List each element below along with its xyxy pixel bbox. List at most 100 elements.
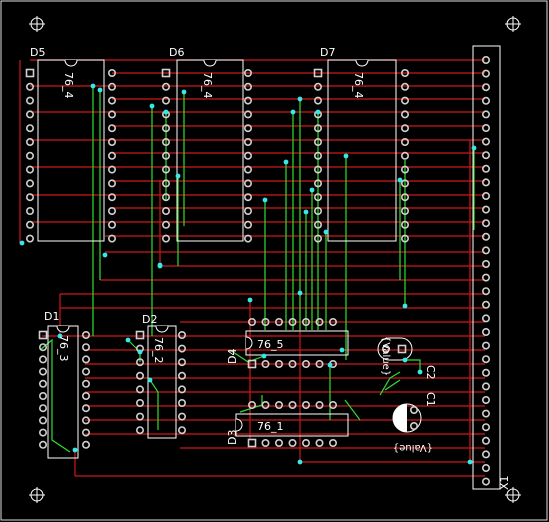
d6-pin [162, 82, 171, 91]
x1-pin [481, 314, 490, 323]
x1-pin [481, 232, 490, 241]
via [90, 83, 96, 89]
via [181, 89, 187, 95]
d5-pin [25, 234, 34, 243]
d3-pin [328, 438, 337, 447]
d5-pin [25, 82, 34, 91]
via [343, 153, 349, 159]
value-d1: 76_3 [57, 335, 70, 362]
via [149, 103, 155, 109]
via [309, 187, 315, 193]
x1-pin [481, 205, 490, 214]
d1-pin [82, 330, 91, 339]
x1-pin [481, 110, 490, 119]
via [297, 96, 303, 102]
value-c1: {Value} [393, 442, 433, 453]
x1-pin [481, 124, 490, 133]
mounting-hole-icon [505, 16, 521, 32]
ref-d6: D6 [169, 46, 184, 59]
d5-pin [108, 207, 117, 216]
d1-pin [38, 355, 47, 364]
d5-pin [25, 207, 34, 216]
x1-pin [481, 450, 490, 459]
x1-pin [481, 96, 490, 105]
d5-notch [64, 59, 78, 67]
d1-pin [82, 379, 91, 388]
via [339, 347, 345, 353]
x1-pin [481, 151, 490, 160]
mounting-hole-icon [29, 16, 45, 32]
d1-pin [38, 391, 47, 400]
d3-pin-1 [247, 438, 257, 448]
d7-notch [355, 59, 369, 67]
ref-d1: D1 [44, 310, 59, 323]
x1-pin [481, 423, 490, 432]
via [297, 290, 303, 296]
d1-notch [56, 325, 70, 333]
d1-pin [38, 428, 47, 437]
d1-pin [38, 404, 47, 413]
value-d2: 76_2 [152, 337, 165, 364]
d7-pin [400, 96, 409, 105]
d3-outline [235, 413, 349, 437]
d1-pin-1 [38, 330, 48, 340]
d1-pin [38, 416, 47, 425]
c1-pin [409, 421, 418, 430]
x1-pin [481, 395, 490, 404]
d2-pin [136, 398, 145, 407]
via [471, 145, 477, 151]
d3-pin [274, 438, 283, 447]
x1-pin [481, 246, 490, 255]
via [303, 209, 309, 215]
d6-notch [203, 59, 217, 67]
via [402, 303, 408, 309]
d7-pin [313, 96, 322, 105]
x1-pin [481, 259, 490, 268]
via [102, 252, 108, 258]
x1-pin [481, 477, 490, 486]
ref-d3: D3 [226, 430, 239, 445]
d5-pin [25, 151, 34, 160]
x1-pin [481, 273, 490, 282]
via [261, 353, 267, 359]
d6-pin [244, 96, 253, 105]
d1-pin [82, 428, 91, 437]
d5-pin [25, 96, 34, 105]
x1-pin [481, 300, 490, 309]
d2-pin [178, 330, 187, 339]
x1-pin [481, 327, 490, 336]
d2-pin [178, 426, 187, 435]
via [297, 459, 303, 465]
ref-d4: D4 [226, 349, 239, 364]
value-d4: 76_5 [257, 338, 284, 351]
d3-notch [235, 418, 243, 432]
c1-pin [409, 405, 418, 414]
pcb-canvas: D5 D6 D7 D1 D2 D4 D3 C2 C1 X1 76_4 76_4 … [0, 0, 548, 521]
d2-pin-1 [135, 330, 145, 340]
board-outline [0, 0, 548, 521]
via [323, 229, 329, 235]
via [19, 240, 25, 246]
d5-pin-1 [25, 68, 35, 78]
x1-pin [481, 355, 490, 364]
d3-pin [261, 400, 270, 409]
d5-pin [108, 96, 117, 105]
d3-pin [288, 400, 297, 409]
d1-pin [82, 391, 91, 400]
x1-pin [481, 164, 490, 173]
x1-pin [481, 219, 490, 228]
d3-pin [288, 438, 297, 447]
d1-pin [82, 367, 91, 376]
d3-pin [274, 400, 283, 409]
via [163, 109, 169, 115]
d3-pin [301, 438, 310, 447]
via [262, 197, 268, 203]
x1-pin [481, 192, 490, 201]
d2-pin [136, 426, 145, 435]
d1-pin [82, 440, 91, 449]
d5-pin [25, 179, 34, 188]
value-d7: 76_4 [352, 72, 365, 99]
via [157, 263, 163, 269]
d1-pin [38, 379, 47, 388]
d2-pin [178, 344, 187, 353]
